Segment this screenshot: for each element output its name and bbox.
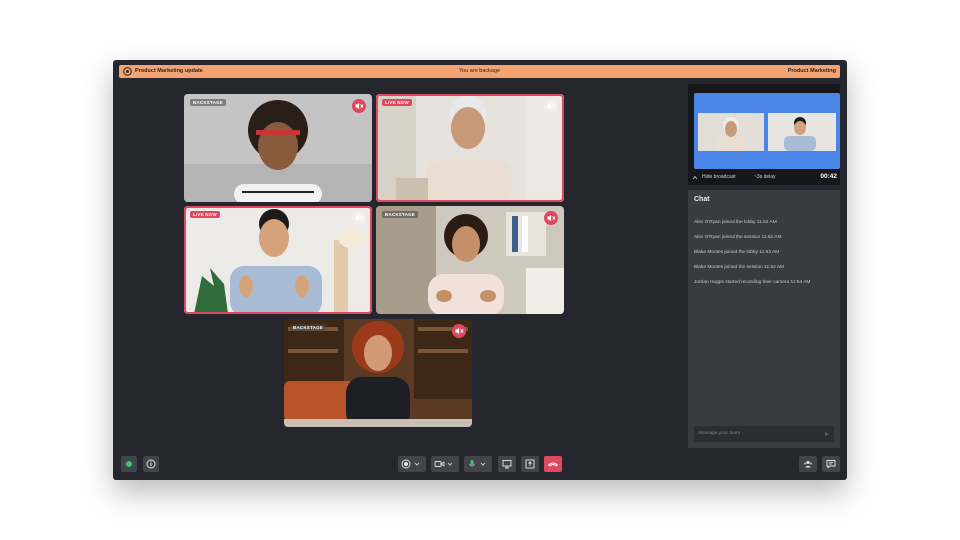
screen-share-icon xyxy=(502,460,512,469)
camera-icon xyxy=(434,461,453,467)
chat-message: Alex O'Ryan joined the lobby 11:52 AM xyxy=(694,220,777,225)
live-now-tag: LIVE NOW xyxy=(382,99,412,106)
send-icon[interactable] xyxy=(824,431,830,437)
live-now-tag: LIVE NOW xyxy=(190,211,220,218)
participant-video xyxy=(184,94,372,202)
screen-share-button[interactable] xyxy=(498,456,516,472)
muted-speaker-icon[interactable] xyxy=(352,99,366,113)
video-tile[interactable]: BACKSTAGE xyxy=(184,94,372,202)
video-tile[interactable]: LIVE NOW xyxy=(376,94,564,202)
chat-message: Blake Montes joined the session 11:52 AM xyxy=(694,265,785,270)
share-button[interactable] xyxy=(521,456,539,472)
delay-label: ~3s delay xyxy=(754,174,776,180)
end-call-button[interactable] xyxy=(544,456,562,472)
share-icon xyxy=(525,459,535,469)
muted-speaker-icon[interactable] xyxy=(452,324,466,338)
chat-input-placeholder: Message your team xyxy=(698,431,741,436)
camera-button[interactable] xyxy=(431,456,459,472)
muted-speaker-icon[interactable] xyxy=(544,211,558,225)
status-button[interactable] xyxy=(121,456,137,472)
participant-video xyxy=(376,94,564,202)
speaker-icon[interactable] xyxy=(352,211,366,225)
hide-broadcast-link[interactable]: Hide broadcast xyxy=(702,174,736,180)
chat-message: Alex O'Ryan joined the session 11:52 AM xyxy=(694,235,782,240)
video-tile[interactable]: BACKSTAGE xyxy=(284,319,472,427)
chat-message: Blake Montes joined the lobby 11:53 AM xyxy=(694,250,780,255)
speaker-icon[interactable] xyxy=(544,99,558,113)
video-tile[interactable]: LIVE NOW xyxy=(184,206,372,314)
meeting-header: Product Marketing update You are backage… xyxy=(119,65,840,78)
channel-name: Product Marketing xyxy=(787,68,836,74)
info-button[interactable] xyxy=(143,456,159,472)
microphone-icon xyxy=(469,460,486,467)
chat-toggle-button[interactable] xyxy=(822,456,840,472)
chat-panel: Chat Alex O'Ryan joined the lobby 11:52 … xyxy=(688,190,840,448)
record-button[interactable] xyxy=(398,456,426,472)
backstage-tag: BACKSTAGE xyxy=(290,324,326,331)
backstage-tag: BACKSTAGE xyxy=(382,211,418,218)
participant-video xyxy=(184,206,372,314)
backstage-status: You are backage xyxy=(459,68,501,74)
broadcast-screen xyxy=(694,93,840,169)
participant-video xyxy=(376,206,564,314)
meeting-title: Product Marketing update xyxy=(135,68,203,74)
side-panel: Hide broadcast ~3s delay 00:42 Chat Alex… xyxy=(688,84,840,448)
chat-title: Chat xyxy=(694,196,710,203)
microphone-button[interactable] xyxy=(464,456,492,472)
chat-message: Jordan Hugps started recording their cam… xyxy=(694,280,811,285)
chevron-up-icon[interactable] xyxy=(692,175,698,180)
info-icon xyxy=(146,459,156,469)
chat-input[interactable]: Message your team xyxy=(694,426,834,442)
participants-button[interactable] xyxy=(799,456,817,472)
app-window: Product Marketing update You are backage… xyxy=(113,60,847,480)
chat-icon xyxy=(826,460,836,469)
record-icon xyxy=(401,459,420,469)
participants-icon xyxy=(804,460,812,468)
video-tile[interactable]: BACKSTAGE xyxy=(376,206,564,314)
broadcast-video xyxy=(698,113,836,151)
app-logo-icon xyxy=(123,67,132,76)
broadcast-preview: Hide broadcast ~3s delay 00:42 xyxy=(688,84,840,185)
broadcast-footer: Hide broadcast ~3s delay 00:42 xyxy=(688,170,840,185)
participant-video xyxy=(284,319,472,427)
broadcast-timer: 00:42 xyxy=(820,173,837,180)
end-call-icon xyxy=(547,462,559,467)
status-dot-icon xyxy=(126,461,132,467)
backstage-tag: BACKSTAGE xyxy=(190,99,226,106)
